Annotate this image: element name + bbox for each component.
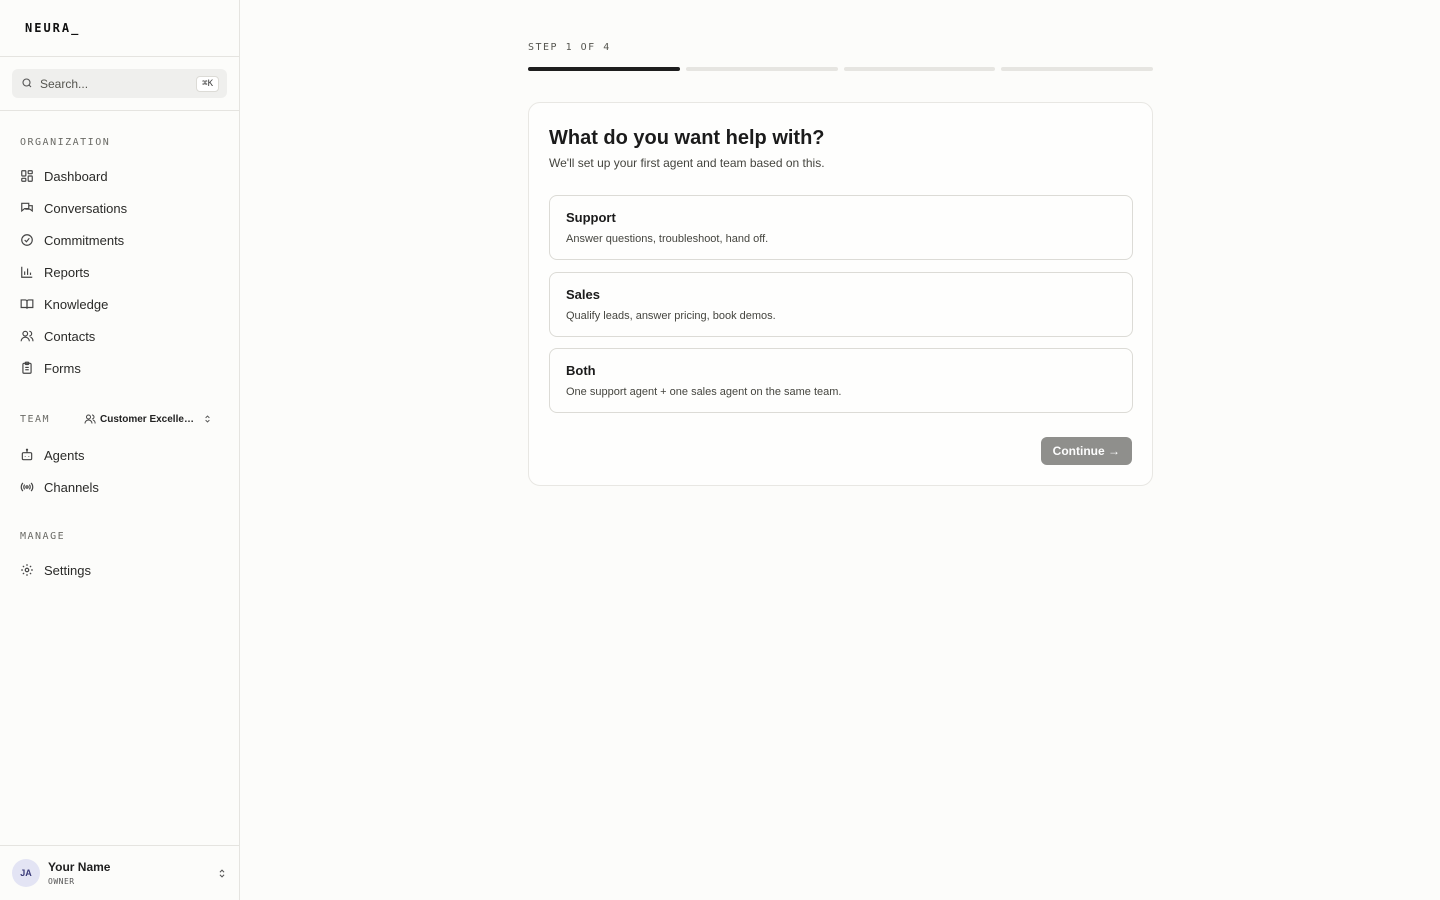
sidebar-item-agents[interactable]: Agents xyxy=(20,443,84,467)
page-title: What do you want help with? xyxy=(549,127,825,149)
search-section: Search... ⌘K xyxy=(0,57,239,111)
bot-icon xyxy=(20,448,34,462)
progress-segment xyxy=(685,67,838,71)
team-row: TEAM Customer Excellence xyxy=(20,410,220,428)
continue-button[interactable]: Continue → xyxy=(1040,437,1132,465)
option-title: Both xyxy=(566,363,596,378)
user-info: Your Name OWNER xyxy=(48,860,217,886)
option-support[interactable]: Support Answer questions, troubleshoot, … xyxy=(549,195,1133,260)
chevron-up-down-icon xyxy=(217,868,227,879)
option-description: Qualify leads, answer pricing, book demo… xyxy=(566,310,776,322)
option-description: One support agent + one sales agent on t… xyxy=(566,386,842,398)
organization-section-label: ORGANIZATION xyxy=(20,137,111,148)
sidebar-item-label: Channels xyxy=(44,479,99,495)
broadcast-icon xyxy=(20,480,34,494)
option-title: Support xyxy=(566,210,616,225)
team-selector-label: Customer Excellence xyxy=(100,413,199,425)
sidebar-item-label: Commitments xyxy=(44,232,125,248)
check-circle-icon xyxy=(20,233,34,247)
step-progress-bar xyxy=(528,67,1153,71)
option-sales[interactable]: Sales Qualify leads, answer pricing, boo… xyxy=(549,272,1133,337)
sidebar-item-contacts[interactable]: Contacts xyxy=(20,324,95,348)
option-description: Answer questions, troubleshoot, hand off… xyxy=(566,233,769,245)
sidebar-item-commitments[interactable]: Commitments xyxy=(20,228,124,252)
sidebar-item-label: Knowledge xyxy=(44,296,109,312)
dashboard-icon xyxy=(20,169,34,183)
sidebar-item-conversations[interactable]: Conversations xyxy=(20,196,127,220)
clipboard-icon xyxy=(20,361,34,375)
sidebar-item-dashboard[interactable]: Dashboard xyxy=(20,164,108,188)
sidebar-item-label: Contacts xyxy=(44,328,96,344)
sidebar: NEURA_ Search... ⌘K ORGANIZATION Dashboa… xyxy=(0,0,240,900)
search-placeholder: Search... xyxy=(40,76,89,91)
sidebar-item-label: Agents xyxy=(44,447,85,463)
progress-segment xyxy=(843,67,996,71)
manage-section-label: MANAGE xyxy=(20,531,66,542)
bar-chart-icon xyxy=(20,265,34,279)
chevron-up-down-icon xyxy=(203,414,212,424)
book-icon xyxy=(20,297,34,311)
conversations-icon xyxy=(20,201,34,215)
avatar: JA xyxy=(12,859,40,887)
progress-segment xyxy=(528,67,680,71)
user-role: OWNER xyxy=(48,877,75,886)
sidebar-item-settings[interactable]: Settings xyxy=(20,558,91,582)
search-icon xyxy=(21,77,34,90)
sidebar-item-label: Settings xyxy=(44,562,91,578)
users-icon xyxy=(20,329,34,343)
step-indicator: STEP 1 OF 4 xyxy=(528,42,611,53)
user-menu[interactable]: JA Your Name OWNER xyxy=(0,845,239,900)
sidebar-item-label: Conversations xyxy=(44,200,128,216)
team-icon xyxy=(84,413,96,425)
team-selector[interactable]: Customer Excellence xyxy=(84,413,212,425)
sidebar-item-reports[interactable]: Reports xyxy=(20,260,90,284)
onboarding-card: What do you want help with? We'll set up… xyxy=(528,102,1153,486)
sidebar-item-channels[interactable]: Channels xyxy=(20,475,99,499)
sidebar-item-label: Reports xyxy=(44,264,90,280)
sidebar-item-label: Forms xyxy=(44,360,81,376)
sidebar-item-knowledge[interactable]: Knowledge xyxy=(20,292,108,316)
user-name: Your Name xyxy=(48,860,111,874)
team-section-label: TEAM xyxy=(20,413,51,425)
page-subtitle: We'll set up your first agent and team b… xyxy=(549,156,825,170)
option-both[interactable]: Both One support agent + one sales agent… xyxy=(549,348,1133,413)
sidebar-item-label: Dashboard xyxy=(44,168,108,184)
brand-logo[interactable]: NEURA_ xyxy=(0,0,239,57)
search-shortcut-badge: ⌘K xyxy=(196,75,219,92)
option-title: Sales xyxy=(566,287,600,302)
sidebar-item-forms[interactable]: Forms xyxy=(20,356,81,380)
progress-segment xyxy=(1001,67,1153,71)
gear-icon xyxy=(20,563,34,577)
search-input[interactable]: Search... ⌘K xyxy=(12,69,227,98)
